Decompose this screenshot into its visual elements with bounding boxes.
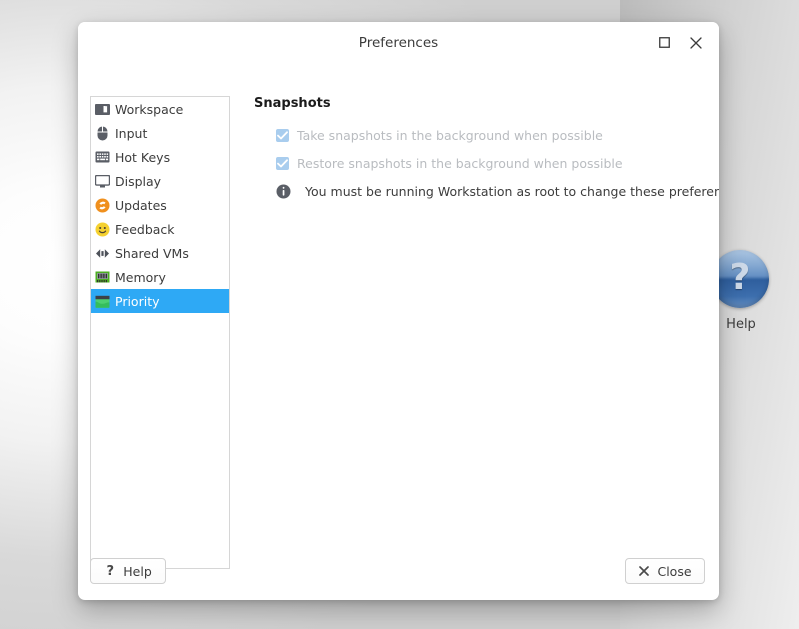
preferences-dialog: Preferences Workspace Input Hot Keys Dis… bbox=[78, 22, 719, 600]
mouse-icon bbox=[94, 125, 110, 141]
window-controls bbox=[649, 22, 711, 63]
monitor-icon bbox=[94, 173, 110, 189]
sidebar-item-label: Input bbox=[115, 125, 148, 141]
sidebar-item-input[interactable]: Input bbox=[91, 121, 229, 145]
desktop-help-shortcut[interactable]: ? Help bbox=[711, 250, 771, 332]
dialog-titlebar: Preferences bbox=[78, 22, 719, 63]
smiley-icon bbox=[94, 221, 110, 237]
root-permission-notice: You must be running Workstation as root … bbox=[276, 184, 719, 199]
preferences-category-list[interactable]: Workspace Input Hot Keys Display Updates… bbox=[90, 96, 230, 569]
close-button[interactable]: Close bbox=[625, 558, 705, 584]
sidebar-item-label: Feedback bbox=[115, 221, 175, 237]
sidebar-item-label: Display bbox=[115, 173, 162, 189]
help-orb-label: Help bbox=[726, 317, 756, 332]
close-window-button[interactable] bbox=[681, 28, 711, 58]
close-x-icon bbox=[638, 564, 650, 578]
dialog-title: Preferences bbox=[358, 34, 439, 51]
take-snapshots-label: Take snapshots in the background when po… bbox=[297, 127, 603, 143]
question-mark-icon: ? bbox=[106, 563, 115, 579]
sidebar-item-label: Memory bbox=[115, 269, 166, 285]
sidebar-item-updates[interactable]: Updates bbox=[91, 193, 229, 217]
checkmark-icon bbox=[277, 158, 288, 167]
restore-snapshots-label: Restore snapshots in the background when… bbox=[297, 155, 623, 171]
restore-snapshots-checkbox[interactable] bbox=[276, 156, 289, 170]
take-snapshots-checkbox-row[interactable]: Take snapshots in the background when po… bbox=[276, 125, 705, 145]
sidebar-item-label: Hot Keys bbox=[115, 149, 171, 165]
sidebar-item-priority[interactable]: Priority bbox=[91, 289, 229, 313]
memory-chip-icon bbox=[94, 269, 110, 285]
sidebar-item-display[interactable]: Display bbox=[91, 169, 229, 193]
close-button-label: Close bbox=[657, 563, 692, 579]
take-snapshots-checkbox[interactable] bbox=[276, 128, 289, 142]
sidebar-item-label: Priority bbox=[115, 293, 160, 309]
sidebar-item-shared-vms[interactable]: Shared VMs bbox=[91, 241, 229, 265]
dialog-body: Workspace Input Hot Keys Display Updates… bbox=[78, 63, 719, 600]
sidebar-item-memory[interactable]: Memory bbox=[91, 265, 229, 289]
workspace-icon bbox=[94, 101, 110, 117]
sidebar-item-workspace[interactable]: Workspace bbox=[91, 97, 229, 121]
sidebar-item-feedback[interactable]: Feedback bbox=[91, 217, 229, 241]
preferences-content-pane: Snapshots Take snapshots in the backgrou… bbox=[254, 96, 719, 530]
sidebar-item-label: Workspace bbox=[115, 101, 184, 117]
sidebar-item-hot-keys[interactable]: Hot Keys bbox=[91, 145, 229, 169]
maximize-icon bbox=[658, 37, 670, 48]
sidebar-item-label: Updates bbox=[115, 197, 167, 213]
help-button-label: Help bbox=[123, 563, 152, 579]
help-orb-icon[interactable]: ? bbox=[711, 250, 769, 308]
share-arrows-icon bbox=[94, 245, 110, 261]
page-title: Snapshots bbox=[254, 96, 331, 111]
close-icon bbox=[690, 36, 702, 49]
keyboard-icon bbox=[94, 149, 110, 165]
restore-snapshots-checkbox-row[interactable]: Restore snapshots in the background when… bbox=[276, 153, 705, 173]
priority-folder-icon bbox=[94, 293, 110, 309]
dialog-footer: ? Help Close bbox=[90, 558, 705, 584]
checkmark-icon bbox=[277, 130, 288, 139]
sidebar-item-label: Shared VMs bbox=[115, 245, 189, 261]
root-permission-message: You must be running Workstation as root … bbox=[305, 184, 719, 199]
help-button[interactable]: ? Help bbox=[90, 558, 166, 584]
maximize-button[interactable] bbox=[649, 28, 679, 58]
help-orb-question-mark: ? bbox=[729, 256, 751, 298]
refresh-icon bbox=[94, 197, 110, 213]
info-icon bbox=[276, 184, 291, 199]
